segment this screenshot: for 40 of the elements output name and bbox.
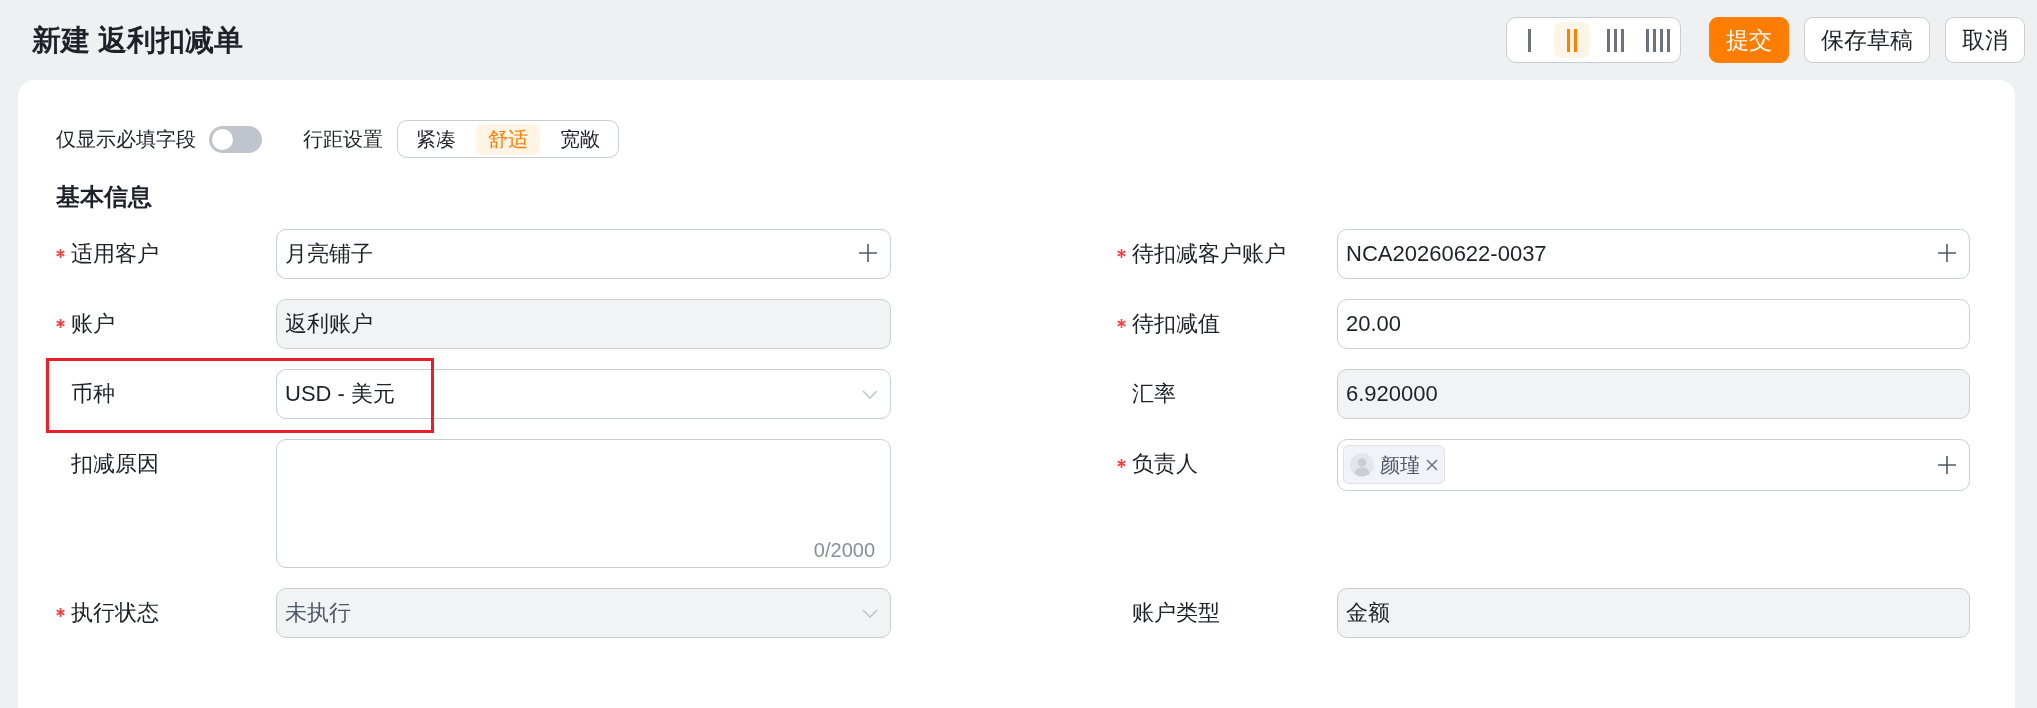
close-icon[interactable] <box>1426 458 1438 471</box>
single-bar-icon <box>1527 28 1531 52</box>
char-counter: 0/2000 <box>813 537 875 562</box>
plus-icon[interactable] <box>1937 454 1957 475</box>
field-label: 适用客户 <box>71 240 159 269</box>
select-field[interactable]: USD - 美元 <box>276 368 891 419</box>
text-field[interactable]: 返利账户 <box>276 298 891 349</box>
action-button[interactable]: 保存草稿 <box>1804 17 1930 63</box>
avatar-icon <box>1350 452 1374 477</box>
toggle-switch[interactable] <box>209 125 262 153</box>
page-title: 新建 返利扣减单 <box>32 22 244 58</box>
section-title: 基本信息 <box>56 183 153 212</box>
action-button[interactable]: 取消 <box>1945 17 2025 63</box>
layout-option[interactable] <box>1554 22 1590 58</box>
field-label: 执行状态 <box>71 599 159 628</box>
lookup-field[interactable]: 月亮铺子 <box>276 228 891 279</box>
people-field[interactable]: 颜瑾 <box>1337 438 1970 491</box>
field-label: 待扣减客户账户 <box>1132 240 1286 269</box>
field-label: 汇率 <box>1132 380 1176 409</box>
field-label: 账户类型 <box>1132 599 1220 628</box>
triple-bar-icon <box>1606 28 1624 52</box>
text-field[interactable]: 金额 <box>1337 587 1970 638</box>
field-label: 待扣减值 <box>1132 310 1220 339</box>
lookup-field[interactable]: NCA20260622-0037 <box>1337 228 1970 279</box>
plus-icon[interactable] <box>1937 242 1957 263</box>
double-bar-icon <box>1567 28 1577 52</box>
plus-icon[interactable] <box>858 242 878 263</box>
quad-bar-icon <box>1646 28 1670 52</box>
text-field[interactable]: 6.920000 <box>1337 368 1970 419</box>
text-field[interactable]: 20.00 <box>1337 298 1970 349</box>
field-label: 负责人 <box>1132 450 1198 479</box>
spacing-option[interactable]: 宽敞 <box>548 123 612 155</box>
field-label: 账户 <box>71 310 115 339</box>
person-name: 颜瑾 <box>1380 452 1420 478</box>
spacing-option[interactable]: 紧凑 <box>404 123 468 155</box>
field-label: 扣减原因 <box>71 450 159 479</box>
toggle-label: 仅显示必填字段 <box>56 127 196 152</box>
spacing-label: 行距设置 <box>303 127 383 152</box>
field-label: 币种 <box>71 380 115 409</box>
textarea-field[interactable] <box>276 438 891 568</box>
